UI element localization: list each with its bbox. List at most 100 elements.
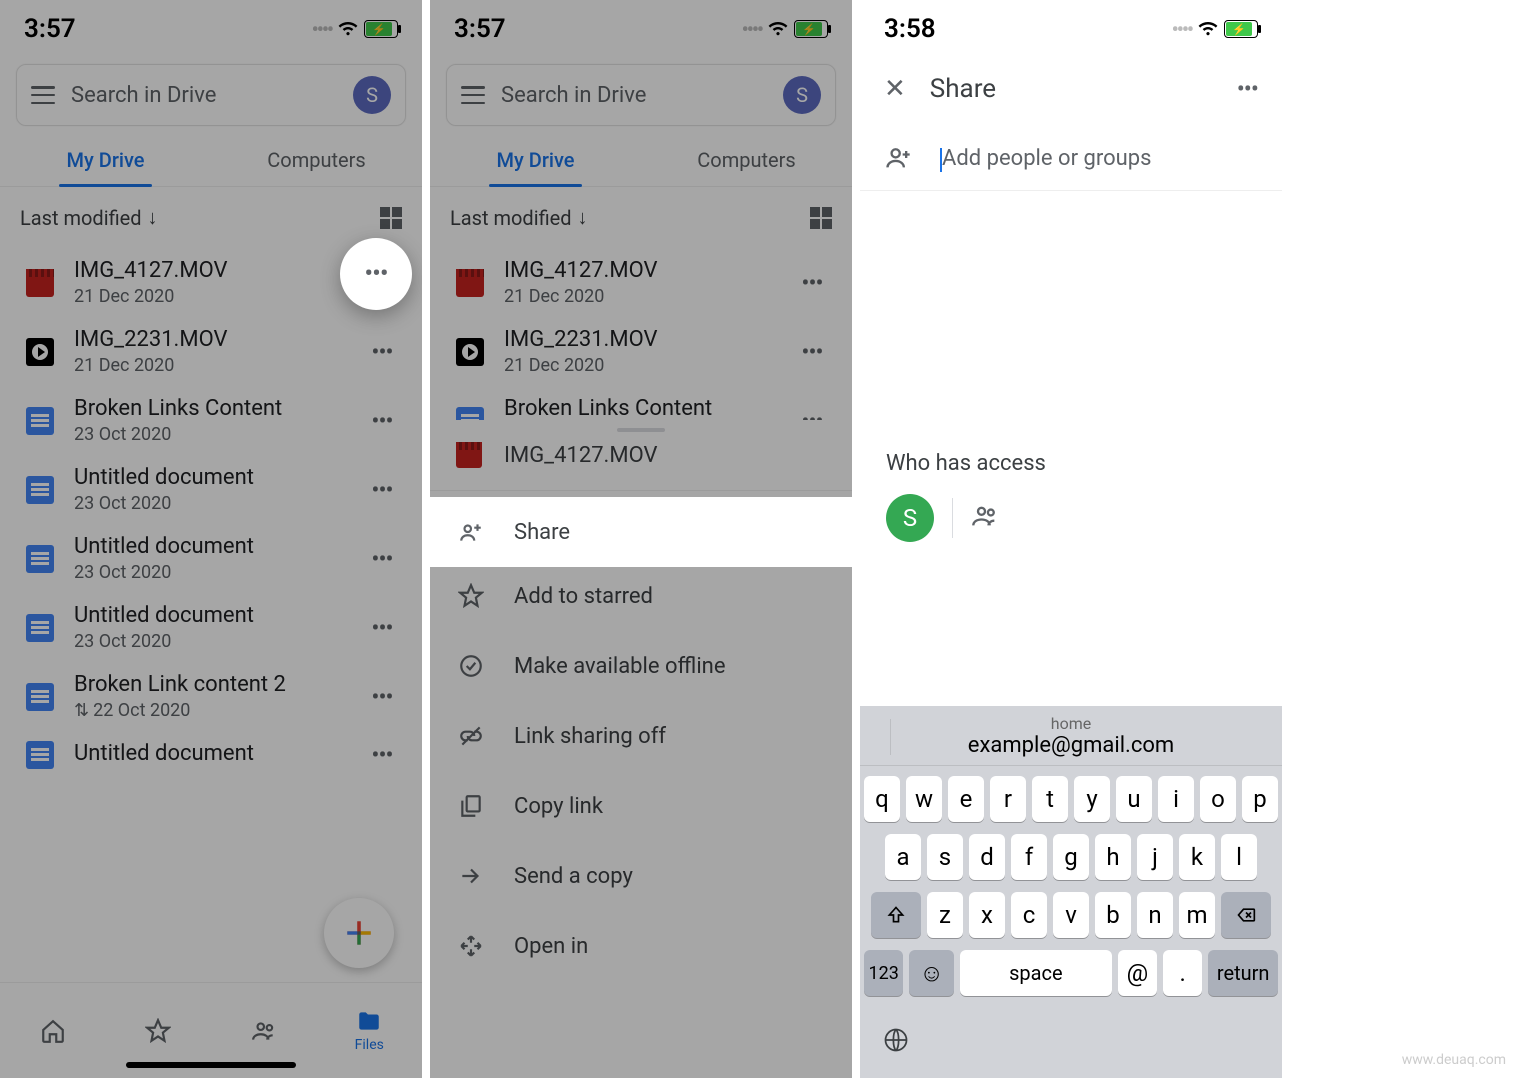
key-return[interactable]: return — [1208, 950, 1278, 996]
tab-computers[interactable]: Computers — [641, 134, 852, 186]
sheet-item-label: Make available offline — [514, 654, 725, 679]
tab-files[interactable]: Files — [317, 983, 423, 1078]
group-icon[interactable] — [971, 502, 999, 534]
hamburger-icon[interactable] — [31, 86, 55, 104]
key-at[interactable]: @ — [1118, 950, 1157, 996]
tab-home[interactable] — [0, 983, 106, 1078]
tab-computers[interactable]: Computers — [211, 134, 422, 186]
hamburger-icon[interactable] — [461, 86, 485, 104]
owner-avatar[interactable]: S — [886, 494, 934, 542]
account-avatar[interactable]: S — [353, 76, 391, 114]
key-t[interactable]: t — [1032, 776, 1068, 822]
view-grid-icon[interactable] — [380, 207, 402, 229]
key-b[interactable]: b — [1095, 892, 1131, 938]
key-globe[interactable] — [860, 1018, 1282, 1078]
more-icon[interactable]: ••• — [1237, 75, 1258, 103]
file-more-icon[interactable]: ••• — [362, 741, 402, 769]
file-row[interactable]: Broken Links Content 23 Oct 2020 ••• — [0, 386, 422, 455]
key-s[interactable]: s — [927, 834, 963, 880]
close-icon[interactable]: ✕ — [884, 74, 906, 104]
key-l[interactable]: l — [1221, 834, 1257, 880]
file-row[interactable]: Untitled document ••• — [0, 731, 422, 779]
file-name: IMG_4127.MOV — [74, 258, 342, 283]
view-grid-icon[interactable] — [810, 207, 832, 229]
file-date: 21 Dec 2020 — [74, 286, 342, 307]
fab-new[interactable] — [324, 898, 394, 968]
sort-row[interactable]: Last modified ↓ — [430, 187, 852, 248]
key-c[interactable]: c — [1011, 892, 1047, 938]
file-more-icon[interactable]: ••• — [362, 545, 402, 573]
file-date: 21 Dec 2020 — [504, 355, 772, 376]
file-date: 21 Dec 2020 — [74, 355, 342, 376]
file-row[interactable]: Untitled document 23 Oct 2020 ••• — [0, 524, 422, 593]
key-shift[interactable] — [871, 892, 921, 938]
wifi-icon — [1198, 17, 1218, 42]
file-more-icon[interactable]: ••• — [362, 338, 402, 366]
file-row[interactable]: Broken Link content 2 ⇅22 Oct 2020 ••• — [0, 662, 422, 731]
key-a[interactable]: a — [885, 834, 921, 880]
file-more-icon[interactable]: ••• — [362, 614, 402, 642]
sheet-item[interactable]: Send a copy — [430, 841, 852, 911]
key-y[interactable]: y — [1074, 776, 1110, 822]
tab-my-drive[interactable]: My Drive — [430, 134, 641, 186]
file-more-button-highlight[interactable]: ••• — [340, 238, 412, 310]
status-time: 3:57 — [24, 14, 76, 44]
add-people-row[interactable]: Add people or groups — [860, 126, 1282, 191]
file-name: Broken Links Content — [504, 396, 772, 421]
file-more-icon[interactable]: ••• — [362, 407, 402, 435]
key-x[interactable]: x — [969, 892, 1005, 938]
sheet-item[interactable]: Link sharing off — [430, 701, 852, 771]
sheet-item[interactable]: Open in — [430, 911, 852, 981]
file-more-icon[interactable]: ••• — [362, 683, 402, 711]
key-q[interactable]: q — [864, 776, 900, 822]
file-row[interactable]: Untitled document 23 Oct 2020 ••• — [0, 593, 422, 662]
key-f[interactable]: f — [1011, 834, 1047, 880]
account-avatar[interactable]: S — [783, 76, 821, 114]
key-k[interactable]: k — [1179, 834, 1215, 880]
file-date: 21 Dec 2020 — [504, 286, 772, 307]
key-h[interactable]: h — [1095, 834, 1131, 880]
sort-label: Last modified — [450, 206, 572, 230]
key-n[interactable]: n — [1137, 892, 1173, 938]
file-row[interactable]: IMG_2231.MOV 21 Dec 2020 ••• — [0, 317, 422, 386]
battery-icon: ⚡ — [794, 20, 828, 38]
file-row[interactable]: IMG_2231.MOV 21 Dec 2020 ••• — [430, 317, 852, 386]
tab-my-drive[interactable]: My Drive — [0, 134, 211, 186]
key-emoji[interactable]: ☺ — [909, 950, 954, 996]
key-space[interactable]: space — [960, 950, 1112, 996]
key-backspace[interactable] — [1221, 892, 1271, 938]
sheet-item[interactable]: Add to starred — [430, 561, 852, 631]
search-bar[interactable]: Search in Drive S — [16, 64, 406, 126]
key-u[interactable]: u — [1116, 776, 1152, 822]
file-more-icon[interactable]: ••• — [362, 476, 402, 504]
file-more-icon[interactable]: ••• — [792, 338, 832, 366]
key-z[interactable]: z — [927, 892, 963, 938]
sheet-item[interactable]: Copy link — [430, 771, 852, 841]
key-o[interactable]: o — [1200, 776, 1236, 822]
key-g[interactable]: g — [1053, 834, 1089, 880]
keyboard-suggestion[interactable]: home example@gmail.com — [860, 706, 1282, 766]
separator — [952, 498, 953, 538]
sheet-item-share-highlight[interactable]: Share — [430, 497, 852, 567]
file-row[interactable]: IMG_4127.MOV 21 Dec 2020 ••• — [430, 248, 852, 317]
sort-row[interactable]: Last modified ↓ — [0, 187, 422, 248]
file-more-icon[interactable]: ••• — [792, 269, 832, 297]
sheet-item-label: Copy link — [514, 794, 603, 819]
key-d[interactable]: d — [969, 834, 1005, 880]
file-row[interactable]: Untitled document 23 Oct 2020 ••• — [0, 455, 422, 524]
key-m[interactable]: m — [1179, 892, 1215, 938]
key-123[interactable]: 123 — [864, 950, 903, 996]
key-v[interactable]: v — [1053, 892, 1089, 938]
key-i[interactable]: i — [1158, 776, 1194, 822]
key-r[interactable]: r — [990, 776, 1026, 822]
key-j[interactable]: j — [1137, 834, 1173, 880]
key-e[interactable]: e — [948, 776, 984, 822]
suggestion-email: example@gmail.com — [968, 733, 1174, 758]
play-file-icon — [26, 338, 54, 366]
search-bar[interactable]: Search in Drive S — [446, 64, 836, 126]
sheet-item[interactable]: Make available offline — [430, 631, 852, 701]
key-w[interactable]: w — [906, 776, 942, 822]
key-p[interactable]: p — [1242, 776, 1278, 822]
video-file-icon — [456, 442, 482, 468]
key-dot[interactable]: . — [1163, 950, 1202, 996]
